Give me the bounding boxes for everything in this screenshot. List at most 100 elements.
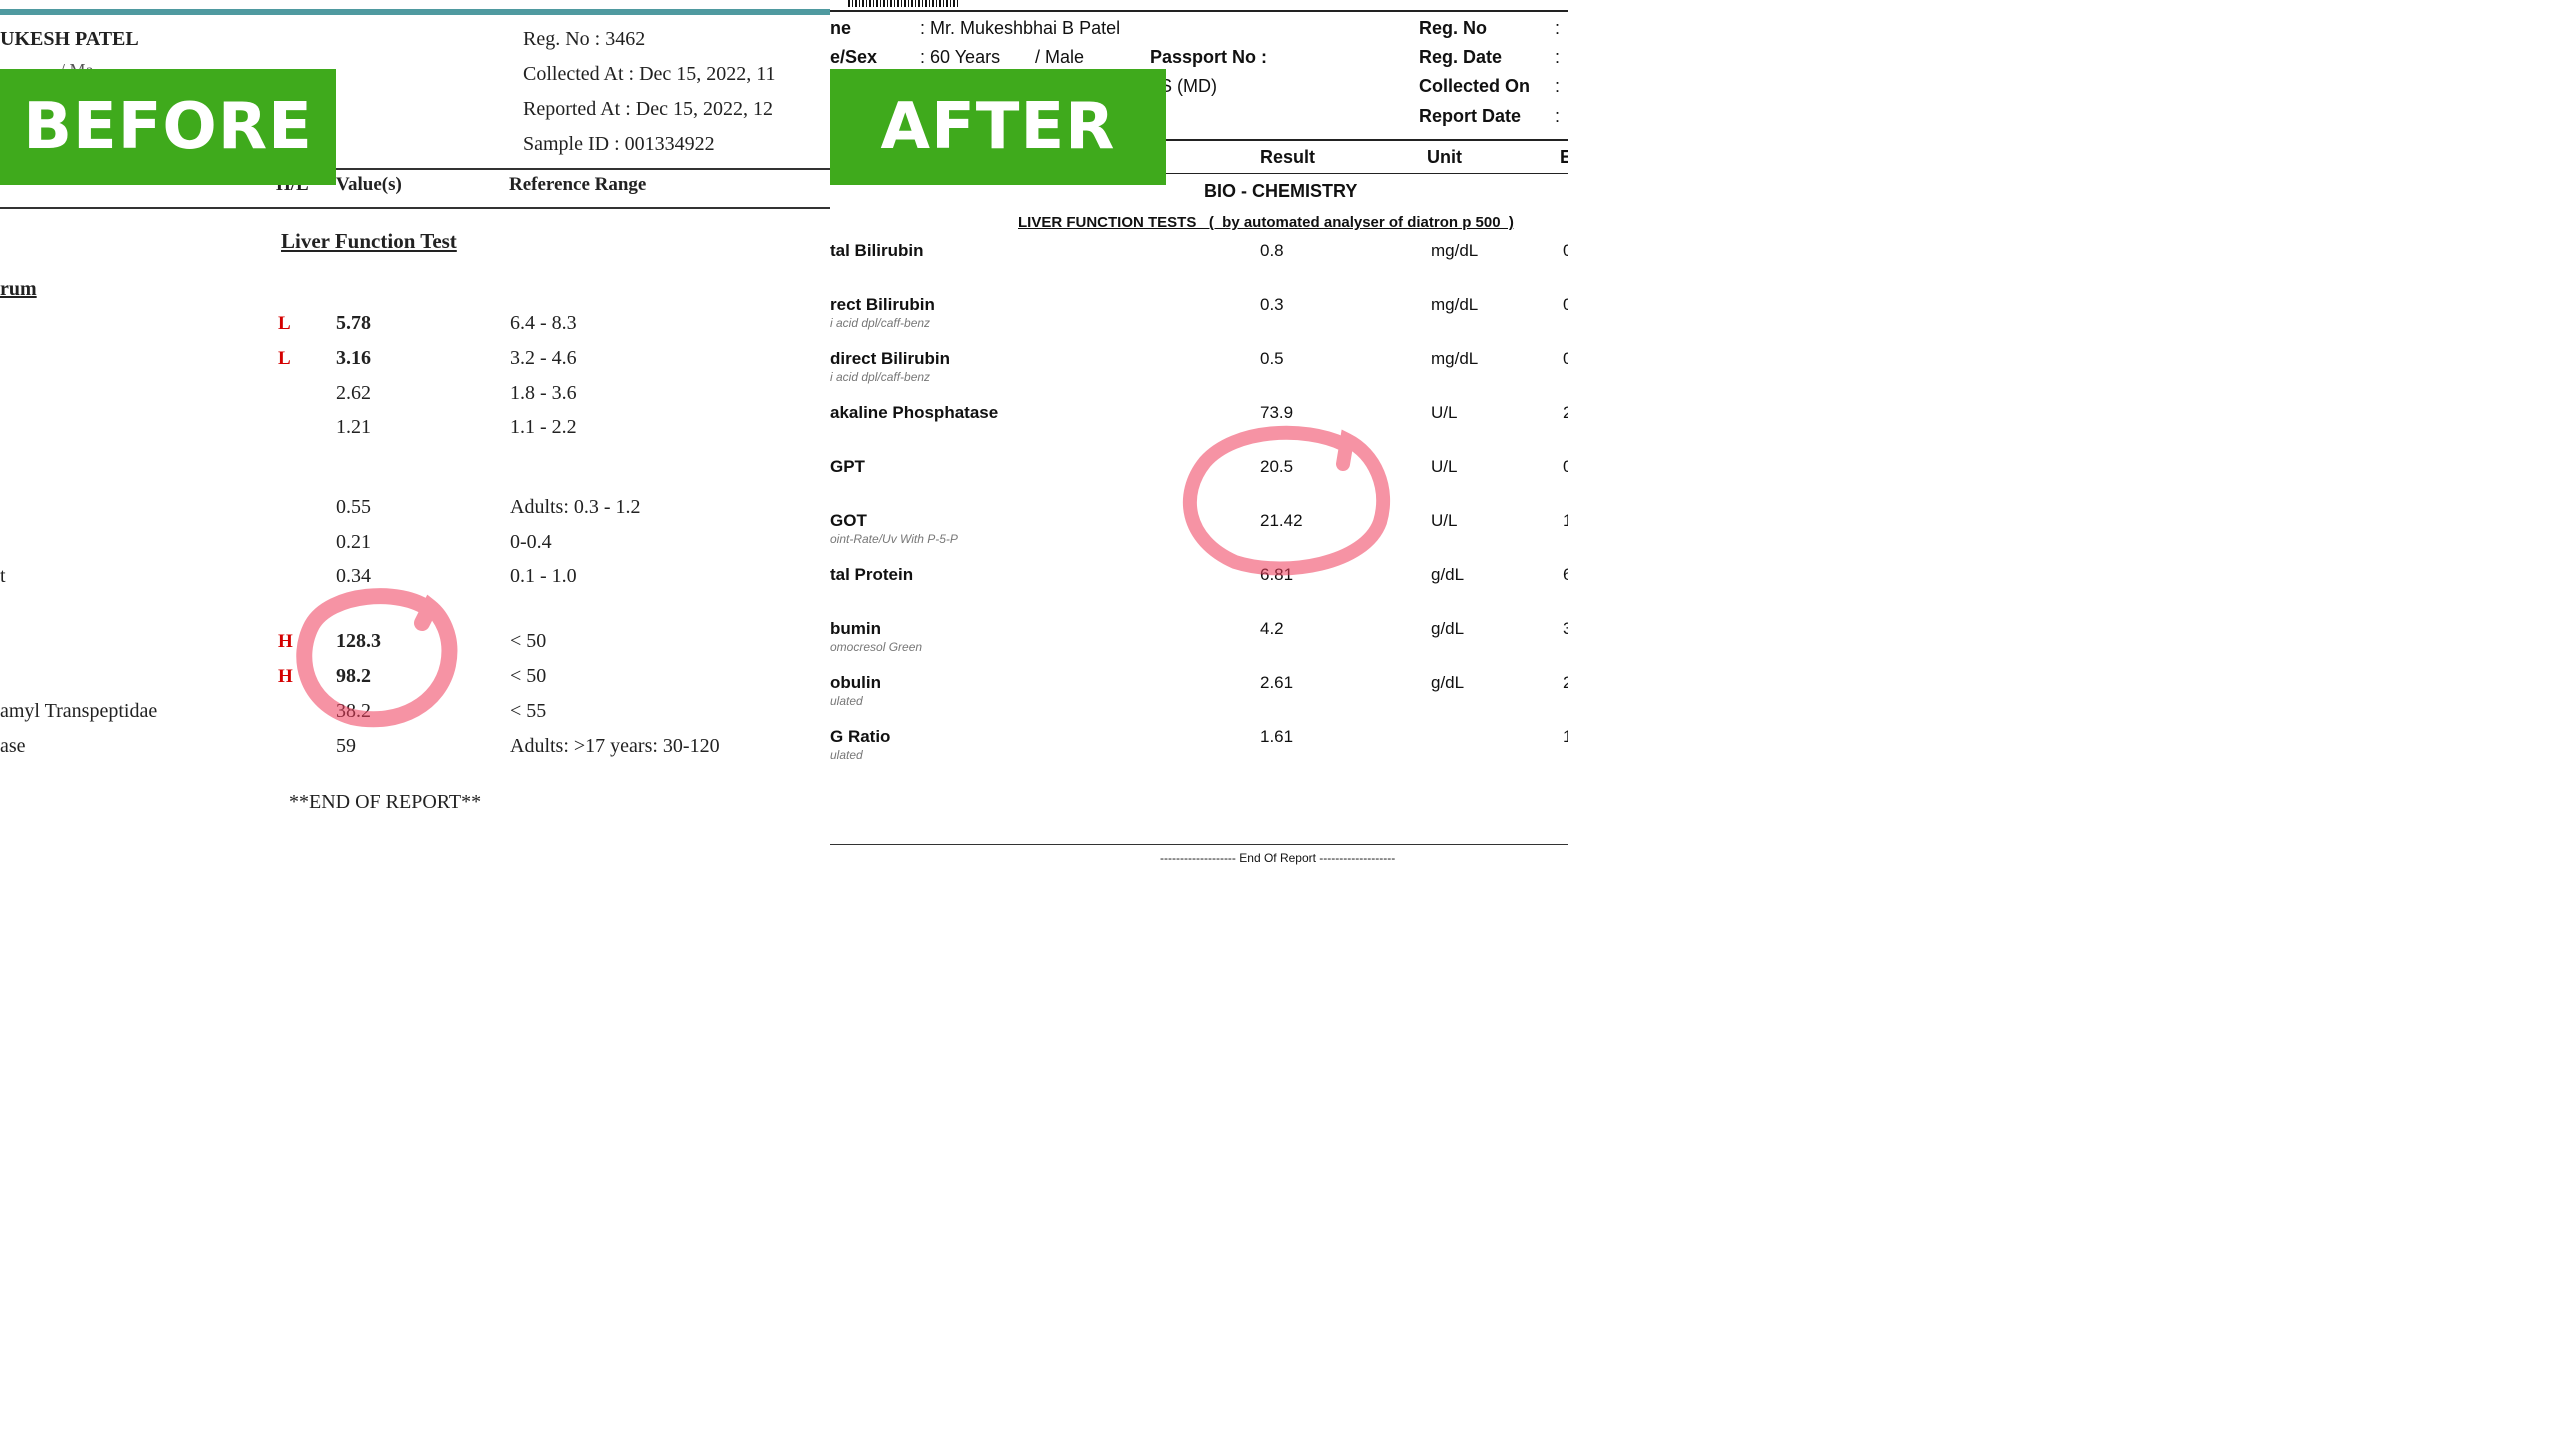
highlight-circle xyxy=(1183,425,1391,576)
unit: U/L xyxy=(1431,457,1458,476)
col-reference-range: Reference Range xyxy=(509,174,647,195)
end-of-report: ------------------- End Of Report ------… xyxy=(1160,851,1396,865)
collected-at: Collected At : Dec 15, 2022, 11 xyxy=(523,63,776,85)
columns-divider xyxy=(0,207,830,209)
result-value: 21.42 xyxy=(1260,511,1303,530)
test-name: akaline Phosphatase xyxy=(830,403,999,422)
flag-high: H xyxy=(278,666,293,687)
unit: mg/dL xyxy=(1431,241,1479,260)
result-value: 59 xyxy=(336,735,356,757)
end-of-report: **END OF REPORT** xyxy=(289,791,482,813)
reg-no: Reg. No : 3462 xyxy=(523,28,646,50)
reference-range: 1.8 - 3.6 xyxy=(510,382,577,404)
result-value: 0.21 xyxy=(336,531,371,553)
result-value: 38.2 xyxy=(336,700,371,722)
range-fragment: 3 xyxy=(1563,619,1568,638)
range-fragment: 0 xyxy=(1563,241,1568,260)
reference-range: Adults: >17 years: 30-120 xyxy=(510,735,720,757)
result-value: 4.2 xyxy=(1260,619,1284,638)
result-value: 2.61 xyxy=(1260,673,1294,692)
test-method: omocresol Green xyxy=(830,640,923,654)
colon: : xyxy=(1555,106,1561,126)
range-fragment: 0 xyxy=(1563,295,1568,314)
flag-low: L xyxy=(278,313,291,334)
result-value: 98.2 xyxy=(336,665,371,687)
col-unit: Unit xyxy=(1427,147,1462,167)
result-value: 1.21 xyxy=(336,416,371,438)
range-fragment: 6 xyxy=(1563,565,1568,584)
reference-range: 0.1 - 1.0 xyxy=(510,565,577,587)
test-name: tal Bilirubin xyxy=(830,241,924,260)
result-value: 128.3 xyxy=(336,630,381,652)
doctor-value: S (MD) xyxy=(1160,76,1217,96)
group-label: rum xyxy=(0,278,37,300)
result-value: 20.5 xyxy=(1260,457,1294,476)
range-fragment: 2 xyxy=(1563,673,1568,692)
unit: U/L xyxy=(1431,403,1458,422)
test-name: G Ratio xyxy=(830,727,891,746)
before-badge: BEFORE xyxy=(0,69,336,185)
reference-range: 6.4 - 8.3 xyxy=(510,312,577,334)
result-value: 3.16 xyxy=(336,347,371,369)
col-values: Value(s) xyxy=(336,174,402,195)
reference-range: < 50 xyxy=(510,665,547,687)
passport-label: Passport No : xyxy=(1150,47,1268,67)
after-badge: AFTER xyxy=(830,69,1166,185)
report-date-label: Report Date xyxy=(1419,106,1522,126)
col-extra: E xyxy=(1560,147,1568,167)
test-name: rect Bilirubin xyxy=(830,295,935,314)
reference-range: < 50 xyxy=(510,630,547,652)
test-method: i acid dpl/caff-benz xyxy=(830,370,931,384)
unit: g/dL xyxy=(1431,565,1465,584)
range-fragment: 1 xyxy=(1563,511,1568,530)
result-value: 6.81 xyxy=(1260,565,1294,584)
highlight-circle xyxy=(296,588,458,728)
result-value: 5.78 xyxy=(336,312,371,334)
test-name: direct Bilirubin xyxy=(830,349,950,368)
reg-no-label: Reg. No xyxy=(1419,18,1488,38)
unit: U/L xyxy=(1431,511,1458,530)
test-name: amyl Transpeptidae xyxy=(0,700,158,722)
section-title: Liver Function Test xyxy=(281,229,457,253)
flag-high: H xyxy=(278,631,293,652)
age-value: : 60 Years xyxy=(920,47,1001,67)
result-value: 0.55 xyxy=(336,496,371,518)
header-top-line xyxy=(830,10,1568,12)
range-fragment: 1 xyxy=(1563,727,1568,746)
result-value: 0.3 xyxy=(1260,295,1284,314)
reported-at: Reported At : Dec 15, 2022, 12 xyxy=(523,98,773,120)
colon: : xyxy=(1555,18,1561,38)
col-result: Result xyxy=(1260,147,1316,167)
report-top-bar xyxy=(0,9,830,15)
test-name: t xyxy=(0,565,6,587)
reference-range: 0-0.4 xyxy=(510,531,552,553)
result-value: 2.62 xyxy=(336,382,371,404)
result-value: 1.61 xyxy=(1260,727,1294,746)
sample-id: Sample ID : 001334922 xyxy=(523,133,715,155)
name-label: ne xyxy=(830,18,852,38)
result-value: 0.5 xyxy=(1260,349,1284,368)
after-report-panel: ne : Mr. Mukeshbhai B Patel e/Sex : 60 Y… xyxy=(830,0,1568,882)
test-name: GOT xyxy=(830,511,867,530)
footer-line xyxy=(830,844,1568,845)
flag-low: L xyxy=(278,348,291,369)
range-fragment: 0 xyxy=(1563,349,1568,368)
test-method: oint-Rate/Uv With P-5-P xyxy=(830,532,958,546)
reference-range: < 55 xyxy=(510,700,547,722)
colon: : xyxy=(1555,47,1561,67)
agesex-label: e/Sex xyxy=(830,47,878,67)
reference-range: 1.1 - 2.2 xyxy=(510,416,577,438)
reference-range: Adults: 0.3 - 1.2 xyxy=(510,496,641,518)
reference-range: 3.2 - 4.6 xyxy=(510,347,577,369)
sex-value: / Male xyxy=(1035,47,1085,67)
result-value: 73.9 xyxy=(1260,403,1294,422)
test-method: ulated xyxy=(830,748,863,762)
test-method: ulated xyxy=(830,694,863,708)
section-title: BIO - CHEMISTRY xyxy=(1204,181,1358,201)
unit: mg/dL xyxy=(1431,349,1479,368)
patient-name: : Mr. Mukeshbhai B Patel xyxy=(920,18,1121,38)
barcode xyxy=(848,0,958,7)
subsection-title: LIVER FUNCTION TESTS ( by automated anal… xyxy=(1018,214,1514,231)
test-name: bumin xyxy=(830,619,881,638)
result-value: 0.34 xyxy=(336,565,371,587)
